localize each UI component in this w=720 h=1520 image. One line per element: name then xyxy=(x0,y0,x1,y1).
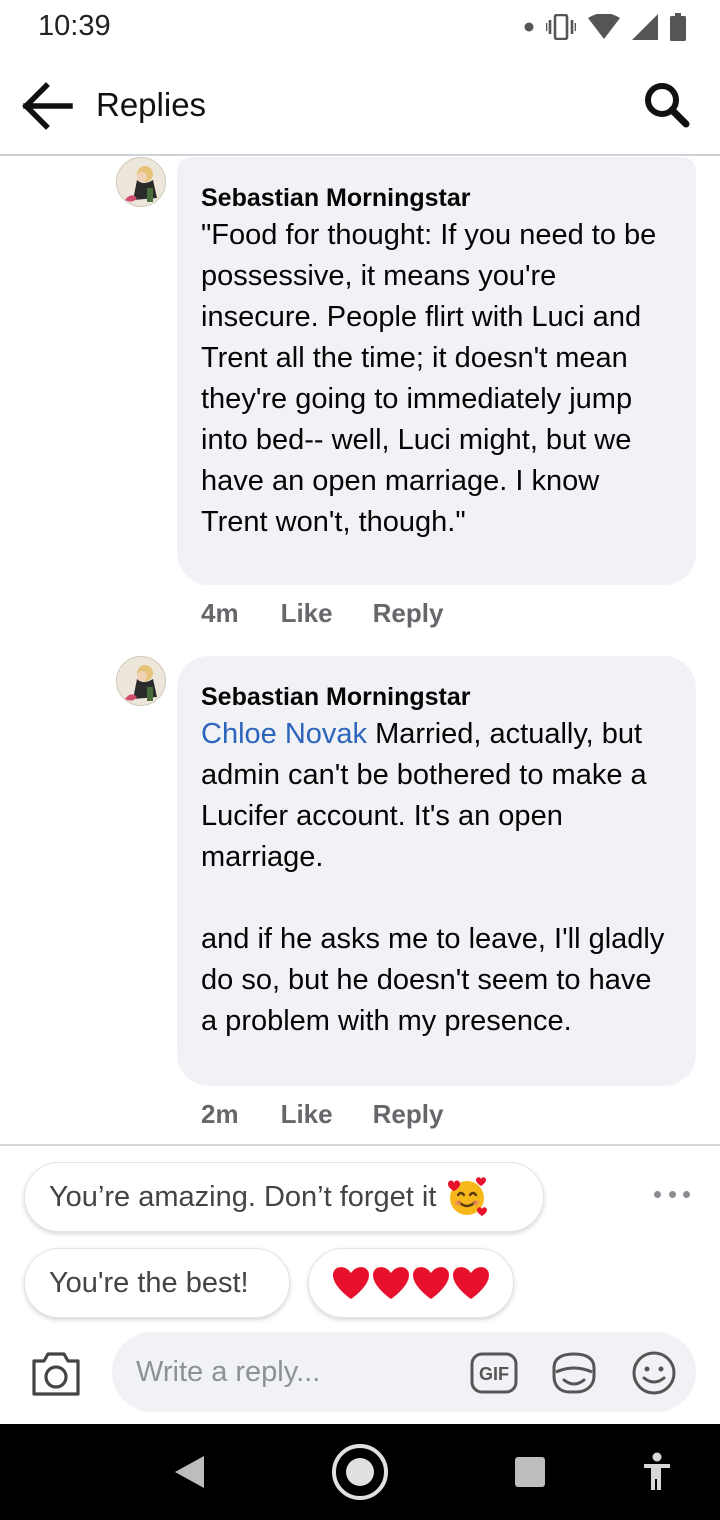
reply-input[interactable] xyxy=(136,1350,456,1394)
avatar[interactable] xyxy=(116,157,166,207)
camera-icon xyxy=(32,1352,80,1396)
dot xyxy=(668,1190,676,1198)
comment-author[interactable]: Sebastian Morningstar xyxy=(201,680,672,714)
more-dots-icon[interactable] xyxy=(654,1182,690,1206)
comment-text: "Food for thought: If you need to be pos… xyxy=(201,219,665,538)
comment-text: Chloe Novak Married, actually, but admin… xyxy=(201,714,672,1042)
like-button[interactable]: Like xyxy=(281,598,333,629)
quick-reply-label: You're the best! xyxy=(49,1266,249,1299)
quick-reply-chip[interactable]: You're the best! xyxy=(24,1248,290,1318)
avatar-image xyxy=(117,657,165,705)
status-time: 10:39 xyxy=(38,10,111,42)
mention-link[interactable]: Chloe Novak xyxy=(201,718,367,750)
reply-button[interactable]: Reply xyxy=(373,1099,444,1130)
gif-icon: GIF xyxy=(470,1352,518,1394)
comment-author[interactable]: Sebastian Morningstar xyxy=(201,181,672,215)
emoji-button[interactable] xyxy=(630,1350,678,1396)
accessibility-icon[interactable] xyxy=(642,1452,672,1492)
page-title: Replies xyxy=(96,86,207,123)
status-icons xyxy=(524,12,686,42)
system-nav-bar xyxy=(0,1424,720,1520)
battery-icon xyxy=(670,13,686,41)
back-button[interactable] xyxy=(20,80,76,132)
comment-meta: 4m Like Reply xyxy=(201,598,483,629)
dot-icon xyxy=(524,22,534,32)
wifi-icon xyxy=(588,14,620,39)
status-bar: 10:39 xyxy=(0,0,720,56)
smiling-face-hearts-icon xyxy=(448,1177,488,1216)
dot xyxy=(654,1190,661,1198)
like-button[interactable]: Like xyxy=(281,1099,333,1130)
comment-body: Married, actually, but admin can't be bo… xyxy=(201,718,665,1037)
svg-text:GIF: GIF xyxy=(479,1364,509,1384)
reply-composer: GIF xyxy=(112,1332,696,1412)
camera-button[interactable] xyxy=(30,1351,82,1397)
comment-meta: 2m Like Reply xyxy=(201,1099,483,1130)
nav-back-icon[interactable] xyxy=(172,1454,206,1490)
reply-button[interactable]: Reply xyxy=(373,598,444,629)
search-icon xyxy=(645,83,690,128)
arrow-left-icon xyxy=(22,82,73,130)
comment-bubble[interactable]: Sebastian Morningstar "Food for thought:… xyxy=(177,157,696,585)
nav-home-icon[interactable] xyxy=(330,1442,390,1502)
app-bar: Replies xyxy=(0,56,720,156)
gif-button[interactable]: GIF xyxy=(470,1350,518,1396)
dot xyxy=(683,1190,690,1198)
comment-time: 2m xyxy=(201,1099,239,1129)
signal-icon xyxy=(632,14,658,40)
sticker-icon xyxy=(552,1352,596,1394)
comment-time: 4m xyxy=(201,598,239,628)
red-hearts-icon xyxy=(333,1267,489,1299)
comment-bubble[interactable]: Sebastian Morningstar Chloe Novak Marrie… xyxy=(177,656,696,1086)
divider xyxy=(0,1144,720,1146)
search-button[interactable] xyxy=(642,80,692,130)
quick-reply-label: You’re amazing. Don’t forget it xyxy=(49,1180,437,1213)
quick-reply-chip[interactable]: You’re amazing. Don’t forget it xyxy=(24,1162,544,1232)
quick-reply-hearts-chip[interactable] xyxy=(308,1248,514,1318)
emoji-icon xyxy=(632,1351,676,1395)
avatar-image xyxy=(117,158,165,206)
vibrate-icon xyxy=(546,14,576,40)
sticker-button[interactable] xyxy=(550,1350,598,1396)
avatar[interactable] xyxy=(116,656,166,706)
nav-recents-icon[interactable] xyxy=(514,1456,546,1488)
